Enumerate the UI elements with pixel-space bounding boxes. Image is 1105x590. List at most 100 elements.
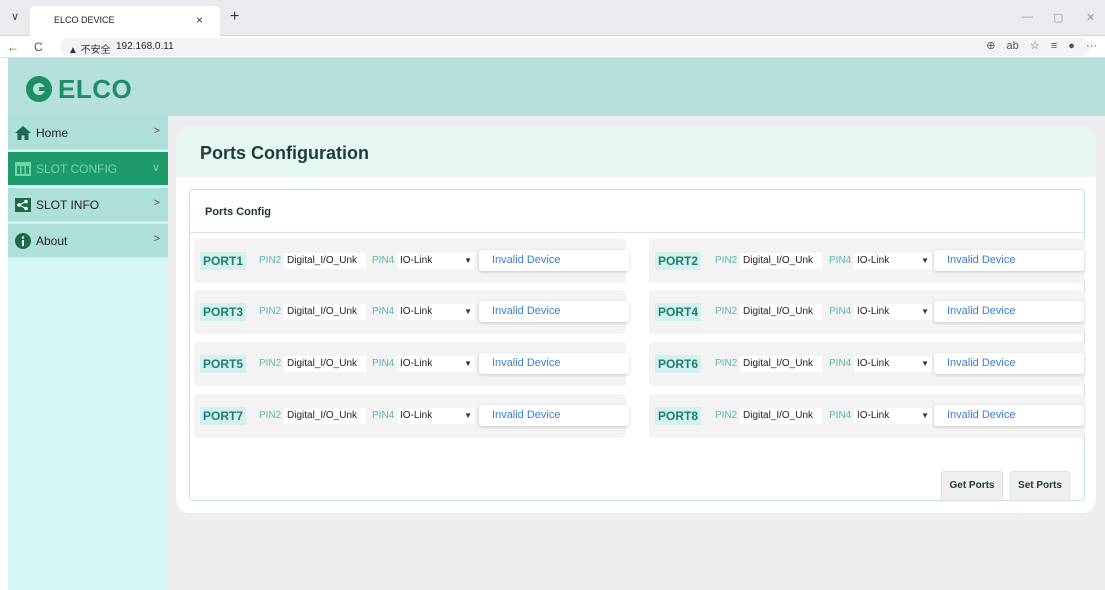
port-row-1: PORT1 PIN2 Digital_I/O_Unk PIN4 IO-Link ▼…	[194, 239, 629, 283]
pin4-value: IO-Link	[400, 358, 433, 369]
port-label: PORT2	[655, 252, 702, 270]
pin4-value: IO-Link	[400, 255, 433, 266]
pin4-value: IO-Link	[857, 358, 890, 369]
set-ports-button[interactable]: Set Ports	[1010, 471, 1070, 501]
pin2-field[interactable]: Digital_I/O_Unk	[284, 408, 366, 424]
port-row-8: PORT8 PIN2 Digital_I/O_Unk PIN4 IO-Link ▼…	[649, 394, 1085, 438]
port-label: PORT1	[200, 252, 247, 270]
restore-icon[interactable]: ▢	[1053, 11, 1063, 24]
sidebar-item-home[interactable]: Home >	[8, 116, 168, 150]
pin4-label: PIN4	[829, 255, 852, 266]
url-field[interactable]: ▲ 不安全 192.168.0.11	[60, 38, 1090, 56]
browser-toolbar: ⊕ ab ☆ ≡ ● ···	[978, 39, 1097, 52]
pin2-field[interactable]: Digital_I/O_Unk	[740, 408, 822, 424]
pin4-value: IO-Link	[400, 410, 433, 421]
tab-close-icon[interactable]: ×	[196, 13, 203, 27]
chevron-right-icon: >	[153, 125, 160, 137]
pin4-select[interactable]: IO-Link ▼	[854, 356, 932, 372]
port-label: PORT4	[655, 303, 702, 321]
chevron-down-icon: ∨	[151, 162, 160, 174]
port-row-7: PORT7 PIN2 Digital_I/O_Unk PIN4 IO-Link ▼…	[194, 394, 629, 438]
device-status: Invalid Device	[934, 250, 1084, 271]
pin4-select[interactable]: IO-Link ▼	[854, 253, 932, 269]
pin2-field[interactable]: Digital_I/O_Unk	[740, 304, 822, 320]
pin4-select[interactable]: IO-Link ▼	[854, 408, 932, 424]
port-label: PORT7	[200, 407, 247, 425]
slot-config-icon	[14, 161, 32, 177]
pin4-value: IO-Link	[857, 306, 890, 317]
pin4-select[interactable]: IO-Link ▼	[397, 356, 475, 372]
device-status: Invalid Device	[934, 405, 1084, 426]
pin2-label: PIN2	[259, 255, 282, 266]
logo-text: ELCO	[58, 73, 133, 104]
url-text: 192.168.0.11	[116, 41, 174, 52]
app-header: ELCO	[8, 58, 1105, 116]
chevron-down-icon: ▼	[464, 256, 472, 265]
pin2-field[interactable]: Digital_I/O_Unk	[284, 356, 366, 372]
port-row-5: PORT5 PIN2 Digital_I/O_Unk PIN4 IO-Link ▼…	[194, 342, 629, 386]
device-status: Invalid Device	[479, 405, 629, 426]
pin2-field[interactable]: Digital_I/O_Unk	[284, 253, 366, 269]
security-warning[interactable]: ▲ 不安全	[68, 41, 111, 56]
pin2-label: PIN2	[715, 410, 738, 421]
pin4-select[interactable]: IO-Link ▼	[397, 304, 475, 320]
sidebar-item-slot-info[interactable]: SLOT INFO >	[8, 188, 168, 222]
minimize-icon[interactable]: —	[1022, 11, 1033, 23]
pin4-label: PIN4	[829, 410, 852, 421]
chevron-right-icon: >	[153, 197, 160, 209]
back-icon[interactable]: ←	[7, 40, 19, 54]
pin2-label: PIN2	[715, 306, 738, 317]
port-label: PORT5	[200, 355, 247, 373]
page-title: Ports Configuration	[200, 143, 369, 163]
sidebar-item-label: Home	[36, 125, 69, 140]
favorites-list-icon[interactable]: ≡	[1051, 40, 1057, 52]
tab-title: ELCO DEVICE	[54, 15, 115, 25]
pin2-field[interactable]: Digital_I/O_Unk	[740, 253, 822, 269]
pin4-select[interactable]: IO-Link ▼	[397, 253, 475, 269]
sidebar-item-label: SLOT INFO	[36, 197, 100, 212]
pin2-label: PIN2	[259, 306, 282, 317]
sidebar-item-about[interactable]: About >	[8, 224, 168, 258]
chevron-down-icon: ▼	[464, 411, 472, 420]
sidebar-item-label: About	[36, 233, 68, 248]
read-aloud-icon[interactable]: ab	[1007, 40, 1019, 52]
pin2-field[interactable]: Digital_I/O_Unk	[740, 356, 822, 372]
pin4-label: PIN4	[372, 255, 395, 266]
pin4-value: IO-Link	[400, 306, 433, 317]
favorite-icon[interactable]: ☆	[1030, 40, 1040, 52]
translate-icon[interactable]: ⊕	[986, 40, 995, 52]
pin2-label: PIN2	[715, 358, 738, 369]
chevron-down-icon: ▼	[464, 307, 472, 316]
pin4-select[interactable]: IO-Link ▼	[854, 304, 932, 320]
tab-list-chevron-icon[interactable]: ∨	[8, 10, 22, 24]
port-row-6: PORT6 PIN2 Digital_I/O_Unk PIN4 IO-Link ▼…	[649, 342, 1085, 386]
card-title: Ports Config	[205, 206, 271, 218]
pin4-label: PIN4	[372, 306, 395, 317]
device-status: Invalid Device	[934, 301, 1084, 322]
port-row-3: PORT3 PIN2 Digital_I/O_Unk PIN4 IO-Link ▼…	[194, 290, 629, 334]
port-label: PORT3	[200, 303, 247, 321]
pin4-select[interactable]: IO-Link ▼	[397, 408, 475, 424]
port-label: PORT6	[655, 355, 702, 373]
ports-config-card: Ports Config PORT1 PIN2 Digital_I/O_Unk …	[189, 189, 1085, 501]
get-ports-button[interactable]: Get Ports	[941, 471, 1003, 501]
sidebar-item-label: SLOT CONFIG	[36, 161, 118, 176]
new-tab-button[interactable]: +	[230, 8, 239, 26]
close-window-icon[interactable]: ✕	[1086, 11, 1095, 24]
chevron-down-icon: ▼	[921, 411, 929, 420]
more-icon[interactable]: ···	[1086, 40, 1097, 52]
logo[interactable]: ELCO	[26, 74, 132, 104]
port-row-4: PORT4 PIN2 Digital_I/O_Unk PIN4 IO-Link ▼…	[649, 290, 1085, 334]
pin4-label: PIN4	[829, 306, 852, 317]
device-status: Invalid Device	[479, 250, 629, 271]
pin2-field[interactable]: Digital_I/O_Unk	[284, 304, 366, 320]
port-label: PORT8	[655, 407, 702, 425]
logo-mark-icon	[26, 76, 52, 102]
chevron-right-icon: >	[153, 233, 160, 245]
browser-tab[interactable]: ELCO DEVICE ×	[30, 6, 220, 36]
sidebar-item-slot-config[interactable]: SLOT CONFIG ∨	[8, 152, 168, 186]
profile-icon[interactable]: ●	[1068, 40, 1075, 52]
refresh-icon[interactable]: C	[34, 40, 43, 54]
pin4-value: IO-Link	[857, 410, 890, 421]
pin2-label: PIN2	[259, 410, 282, 421]
